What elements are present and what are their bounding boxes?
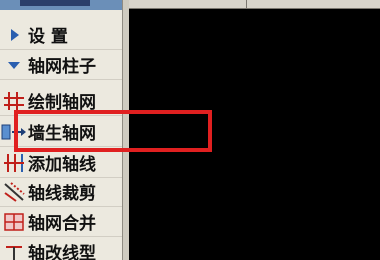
menu-item-axis-column[interactable]: 轴网柱子 [0, 50, 122, 80]
axis-linetype-icon [0, 239, 28, 260]
menu-item-add-axis[interactable]: 添加轴线 [0, 148, 122, 178]
menu-item-label: 墙生轴网 [28, 124, 96, 144]
menu-item-label: 轴网柱子 [28, 57, 96, 77]
axis-trim-icon [0, 179, 28, 205]
add-axis-icon [0, 150, 28, 176]
screen-menu-panel: 设 置 轴网柱子 绘制轴网 墙生轴网 添加轴线 轴线裁剪 轴网合并 轴改线型 [0, 0, 124, 260]
menu-item-axis-merge[interactable]: 轴网合并 [0, 207, 122, 237]
menu-item-label: 添加轴线 [28, 155, 96, 175]
menu-item-draw-grid[interactable]: 绘制轴网 [0, 86, 122, 116]
wall-axis-icon [0, 119, 28, 145]
axis-merge-icon [0, 209, 28, 235]
menu-item-label: 轴线裁剪 [28, 184, 96, 204]
triangle-right-icon [0, 22, 28, 48]
triangle-down-icon [0, 52, 28, 78]
menu-title-strip [0, 0, 124, 10]
menu-item-label: 设 置 [28, 22, 106, 47]
grid-draw-icon [0, 88, 28, 114]
menu-scroll-edge[interactable] [122, 0, 129, 260]
menu-item-label: 轴改线型 [28, 244, 96, 260]
menu-item-axis-linetype[interactable]: 轴改线型 [0, 237, 122, 260]
menu-item-label-text: 设 置 [28, 27, 68, 47]
menu-item-label: 绘制轴网 [28, 93, 96, 113]
canvas-top-bar [128, 0, 380, 9]
menu-item-label: 轴网合并 [28, 214, 96, 234]
menu-item-wall-axis[interactable]: 墙生轴网 [0, 117, 122, 147]
menu-item-axis-trim[interactable]: 轴线裁剪 [0, 177, 122, 207]
menu-item-settings[interactable]: 设 置 [0, 20, 122, 50]
drawing-canvas[interactable] [128, 0, 380, 260]
